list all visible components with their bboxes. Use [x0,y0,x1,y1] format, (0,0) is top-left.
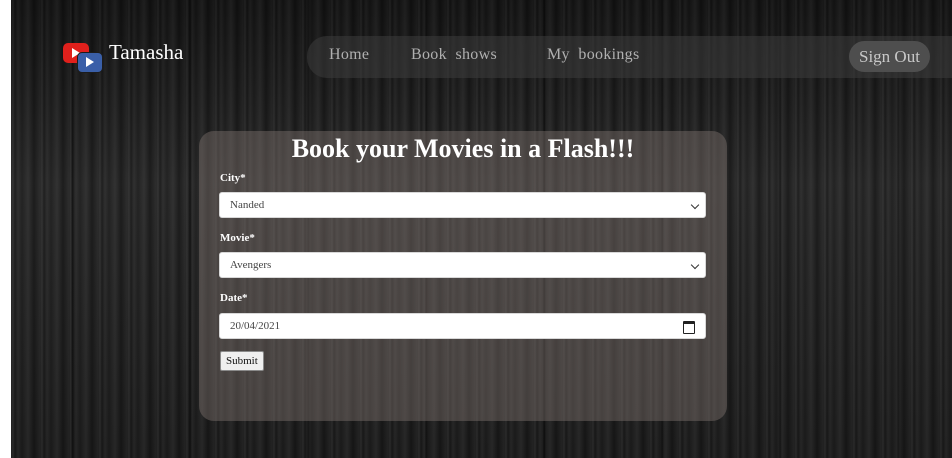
date-input[interactable]: 20/04/2021 [219,313,706,339]
play-logo-icon [63,40,103,73]
submit-button[interactable]: Submit [220,351,264,371]
nav-home-link[interactable]: Home [329,46,369,64]
chevron-down-icon [690,200,700,210]
page-background: Tamasha Home Book shows My bookings Sign… [11,0,952,458]
sign-out-button[interactable]: Sign Out [849,41,930,72]
brand-name: Tamasha [109,39,184,64]
movie-label: Movie* [220,232,255,244]
form-title: Book your Movies in a Flash!!! [291,134,635,163]
calendar-icon[interactable] [683,321,695,334]
movie-select[interactable]: Avengers [219,252,706,278]
navbar: Home Book shows My bookings Sign Out [307,36,952,78]
brand[interactable]: Tamasha [63,39,184,73]
booking-form-card: Book your Movies in a Flash!!! City* Nan… [199,131,727,421]
nav-book-shows-link[interactable]: Book shows [411,46,497,64]
date-value: 20/04/2021 [230,320,281,332]
date-label: Date* [220,292,248,304]
chevron-down-icon [690,260,700,270]
nav-my-bookings-link[interactable]: My bookings [547,46,640,64]
city-select[interactable]: Nanded [219,192,706,218]
city-selected-value: Nanded [230,199,265,211]
movie-selected-value: Avengers [230,259,272,271]
city-label: City* [220,172,246,184]
